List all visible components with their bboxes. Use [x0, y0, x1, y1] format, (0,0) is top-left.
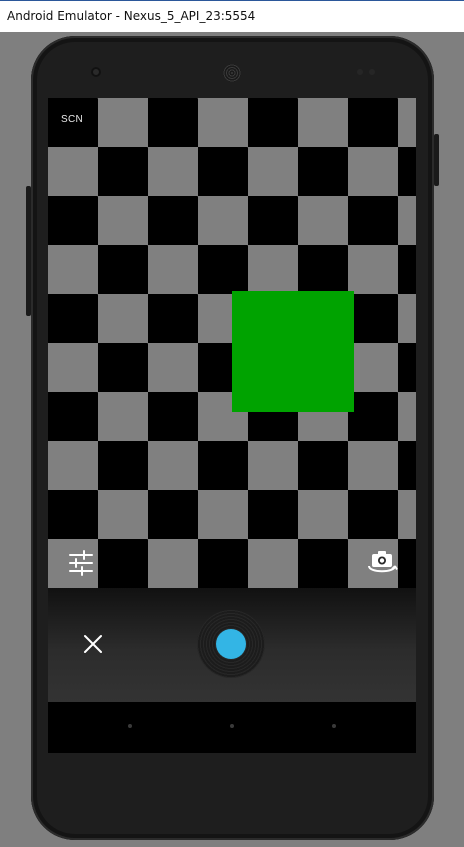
switch-camera-icon[interactable]: [366, 549, 398, 577]
shutter-button[interactable]: [197, 610, 265, 678]
light-sensor: [369, 69, 375, 75]
window-title: Android Emulator - Nexus_5_API_23:5554: [7, 9, 256, 23]
scene-mode-button[interactable]: SCN: [61, 114, 83, 125]
device-screen: SCN: [48, 98, 416, 753]
emulator-titlebar: Android Emulator - Nexus_5_API_23:5554: [0, 0, 464, 32]
shutter-dot: [216, 629, 246, 659]
android-navigation-bar: [48, 702, 416, 753]
sliders-icon[interactable]: [68, 550, 94, 576]
volume-button[interactable]: [26, 186, 31, 316]
nav-back-button[interactable]: [128, 724, 132, 728]
power-button[interactable]: [434, 134, 439, 186]
camera-controls-bar: [48, 588, 416, 702]
nav-recents-button[interactable]: [332, 724, 336, 728]
nav-home-button[interactable]: [230, 724, 234, 728]
earpiece-speaker: [223, 64, 241, 82]
close-icon[interactable]: [81, 632, 105, 656]
camera-viewfinder[interactable]: SCN: [48, 98, 416, 588]
green-object: [232, 291, 354, 412]
proximity-sensor: [357, 69, 363, 75]
front-camera: [91, 67, 101, 77]
